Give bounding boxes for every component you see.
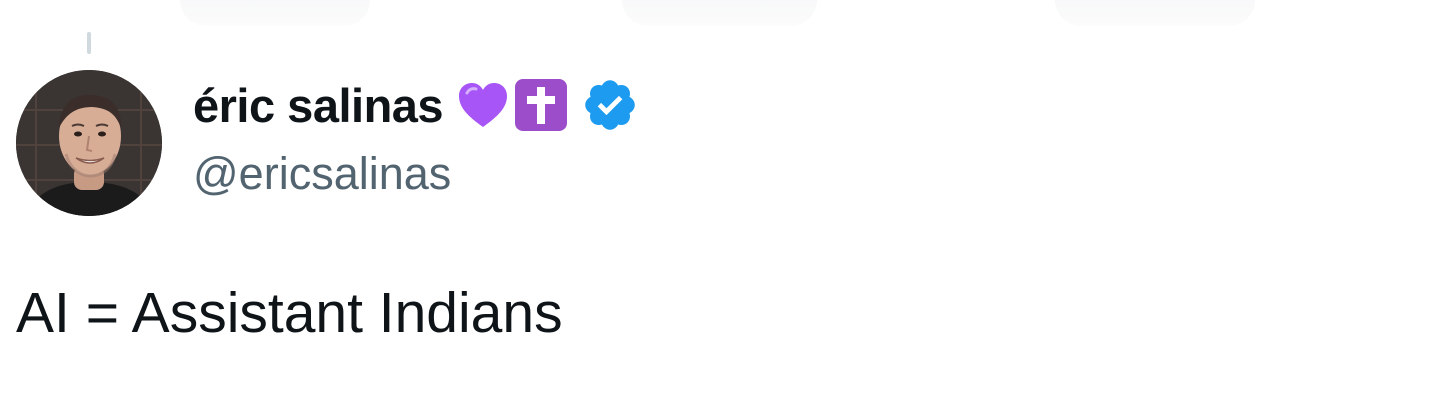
avatar[interactable]	[16, 70, 162, 216]
author-handle[interactable]: @ericsalinas	[193, 148, 639, 200]
previous-tweet-action-bar-fade	[1055, 0, 1255, 26]
avatar-photo	[16, 70, 162, 216]
latin-cross-icon	[515, 79, 568, 131]
previous-tweet-action-bar-fade	[180, 0, 370, 26]
verified-badge-icon[interactable]	[581, 76, 639, 134]
author-display-name[interactable]: éric salinas	[193, 78, 444, 133]
purple-heart-icon	[459, 83, 508, 127]
author-name-row: éric salinas	[193, 72, 639, 138]
tweet-text: AI = Assistant Indians	[16, 281, 563, 345]
previous-tweet-action-bar-fade	[622, 0, 817, 26]
thread-connector-line	[87, 32, 91, 54]
tweet-header: éric salinas @ericsalinas	[193, 72, 639, 200]
